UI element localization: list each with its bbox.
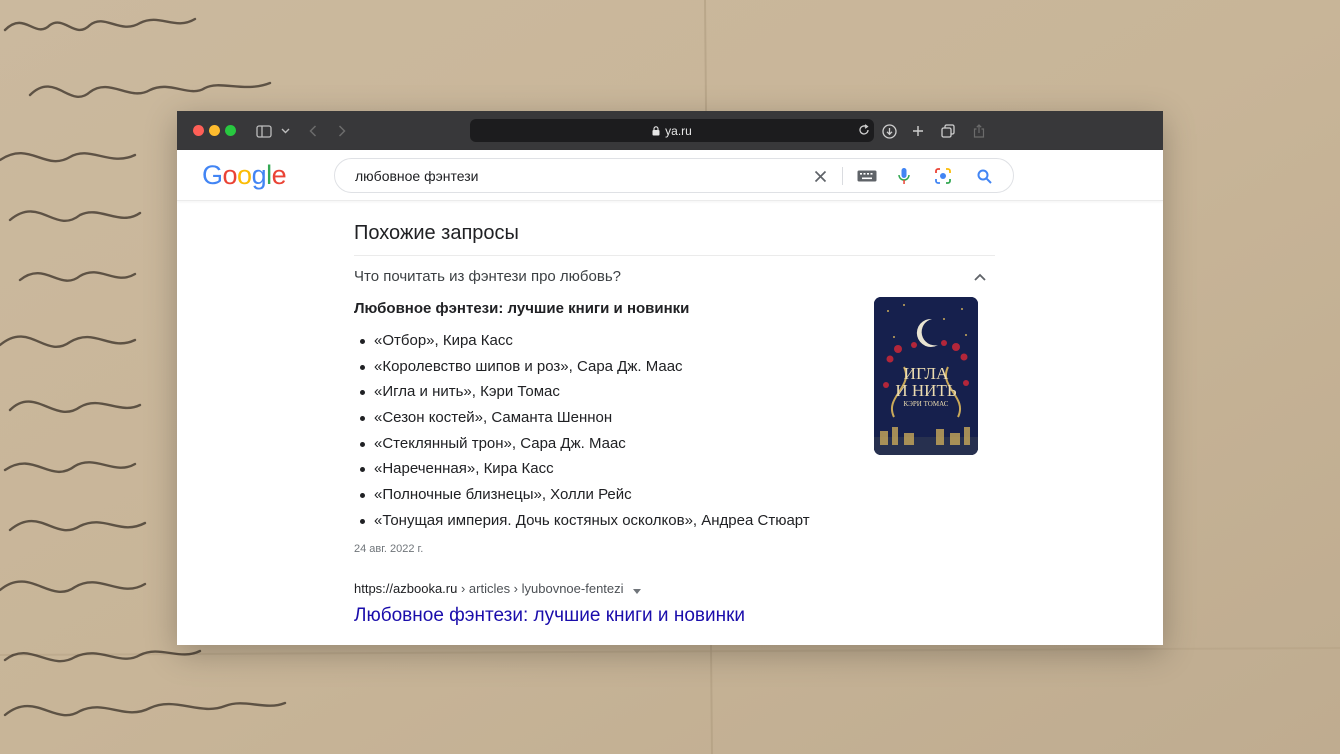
list-item: «Отбор», Кира Касс [354, 330, 810, 356]
camera-lens-icon[interactable] [932, 165, 954, 187]
book-list: «Отбор», Кира Касс «Королевство шипов и … [354, 330, 810, 536]
caret-down-icon[interactable] [633, 582, 642, 597]
list-item: «Полночные близнецы», Холли Рейс [354, 484, 810, 510]
back-icon[interactable] [305, 121, 321, 141]
snippet-date: 24 авг. 2022 г. [354, 543, 424, 555]
list-item: «Стеклянный трон», Сара Дж. Маас [354, 433, 810, 459]
download-icon[interactable] [879, 121, 899, 141]
close-window-button[interactable] [193, 125, 204, 136]
forward-icon[interactable] [334, 121, 350, 141]
microphone-icon[interactable] [893, 165, 915, 187]
search-box[interactable]: любовное фэнтези [334, 158, 1014, 193]
cover-author: КЭРИ ТОМАС [904, 400, 949, 408]
result-site: https://azbooka.ru [354, 581, 458, 596]
tab-overview-icon[interactable] [938, 121, 958, 141]
list-item: «Нареченная», Кира Касс [354, 458, 810, 484]
chevron-up-icon[interactable] [974, 268, 986, 286]
divider [354, 255, 995, 256]
search-input[interactable]: любовное фэнтези [355, 168, 478, 184]
related-question[interactable]: Что почитать из фэнтези про любовь? [354, 268, 621, 285]
snippet-title: Любовное фэнтези: лучшие книги и новинки [354, 300, 690, 317]
result-link[interactable]: Любовное фэнтези: лучшие книги и новинки [354, 605, 745, 627]
minimize-window-button[interactable] [209, 125, 220, 136]
search-icon[interactable] [973, 165, 995, 187]
book-cover-image[interactable]: ИГЛА И НИТЬ КЭРИ ТОМАС [874, 297, 978, 455]
address-bar[interactable]: ya.ru [470, 119, 874, 142]
result-url[interactable]: https://azbooka.ru › articles › lyubovno… [354, 581, 642, 597]
lock-icon [652, 125, 660, 136]
list-item: «Сезон костей», Саманта Шеннон [354, 407, 810, 433]
chevron-down-icon[interactable] [279, 121, 291, 141]
related-heading: Похожие запросы [354, 222, 519, 244]
list-item: «Тонущая империя. Дочь костяных осколков… [354, 510, 810, 536]
browser-window: ya.ru Google любовное фэнтези Похожие за… [177, 111, 1163, 645]
clear-icon[interactable] [809, 165, 831, 187]
google-header: Google любовное фэнтези [177, 150, 1163, 201]
sidebar-icon[interactable] [255, 121, 273, 141]
list-item: «Королевство шипов и роз», Сара Дж. Маас [354, 356, 810, 382]
google-logo[interactable]: Google [202, 160, 287, 191]
new-tab-icon[interactable] [908, 121, 928, 141]
keyboard-icon[interactable] [856, 165, 878, 187]
list-item: «Игла и нить», Кэри Томас [354, 381, 810, 407]
result-path: › articles › lyubovnoe-fentezi [457, 581, 624, 596]
share-icon[interactable] [969, 121, 989, 141]
address-text: ya.ru [665, 123, 692, 138]
search-divider [842, 167, 843, 185]
cover-title-2: И НИТЬ [895, 381, 956, 400]
page-content: Google любовное фэнтези Похожие запросы … [177, 150, 1163, 645]
zoom-window-button[interactable] [225, 125, 236, 136]
reload-icon[interactable] [858, 124, 870, 136]
browser-toolbar: ya.ru [177, 111, 1163, 150]
